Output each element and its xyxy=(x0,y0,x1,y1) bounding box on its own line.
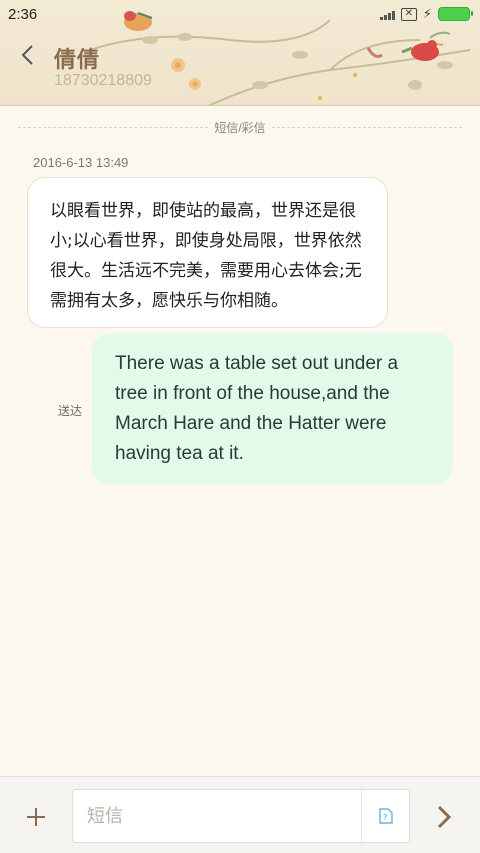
status-icons: ✕ ⚡ xyxy=(379,6,473,22)
message-type-label: 短信/彩信 xyxy=(214,120,266,135)
status-time: 2:36 xyxy=(8,5,38,23)
composer-bar: ? xyxy=(0,776,480,853)
send-button[interactable] xyxy=(428,801,460,833)
no-sim-icon: ✕ xyxy=(400,7,417,21)
incoming-message-bubble[interactable]: 以眼看世界，即使站的最高，世界还是很小;以心看世界，即使身处局限，世界依然很大。… xyxy=(27,177,388,328)
battery-icon xyxy=(438,7,473,21)
contact-name[interactable]: 倩倩 xyxy=(54,42,100,74)
add-attachment-button[interactable] xyxy=(20,801,52,833)
sim-select-button[interactable]: ? xyxy=(362,790,410,842)
send-arrow-icon xyxy=(437,805,452,829)
sim-card-icon: ? xyxy=(379,808,393,824)
back-button[interactable] xyxy=(12,40,42,70)
back-arrow-icon xyxy=(21,45,33,65)
charging-icon: ⚡ xyxy=(422,6,432,21)
svg-text:?: ? xyxy=(383,813,387,822)
contact-number[interactable]: 18730218809 xyxy=(54,72,152,90)
message-input[interactable] xyxy=(73,790,361,842)
divider-line xyxy=(271,126,462,128)
delivery-status: 送达 xyxy=(58,404,83,418)
divider-line xyxy=(18,126,209,128)
message-type-divider: 短信/彩信 xyxy=(18,118,462,136)
add-icon xyxy=(27,808,45,826)
signal-icon xyxy=(379,8,395,20)
message-timestamp: 2016-6-13 13:49 xyxy=(33,155,129,170)
message-input-box: ? xyxy=(72,789,410,843)
outgoing-message-bubble[interactable]: There was a table set out under a tree i… xyxy=(92,333,453,484)
status-bar: 2:36 ✕ ⚡ xyxy=(0,0,480,28)
conversation-header: 2:36 ✕ ⚡ 倩倩 18730218809 xyxy=(0,0,480,106)
